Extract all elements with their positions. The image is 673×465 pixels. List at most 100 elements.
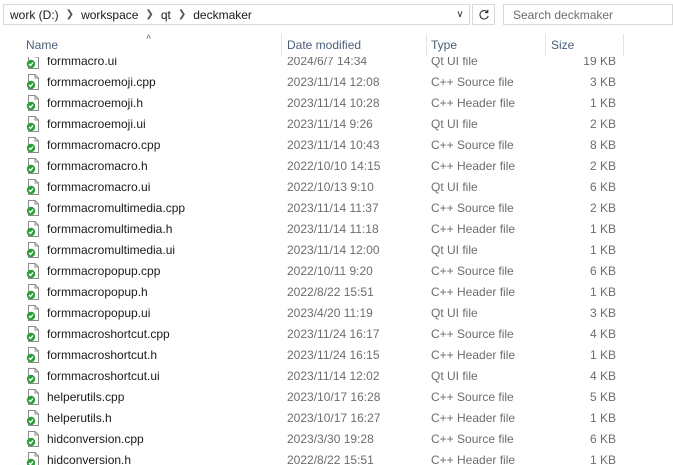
file-row[interactable]: formmacromultimedia.h 2023/11/14 11:18 C++… bbox=[0, 218, 673, 239]
file-type: C++ Source file bbox=[431, 201, 514, 215]
chevron-down-icon[interactable]: ∨ bbox=[450, 4, 470, 25]
file-name: formmacropopup.cpp bbox=[47, 264, 161, 278]
file-date-modified: 2022/10/10 14:15 bbox=[287, 159, 381, 173]
chevron-right-icon[interactable]: ❯ bbox=[145, 9, 153, 20]
file-size: 6 KB bbox=[589, 264, 616, 278]
file-type: C++ Header file bbox=[431, 96, 516, 110]
breadcrumb-item-deckmaker[interactable]: deckmaker bbox=[187, 5, 252, 24]
file-size: 3 KB bbox=[589, 75, 616, 89]
file-type: C++ Source file bbox=[431, 327, 514, 341]
file-type: C++ Source file bbox=[431, 138, 514, 152]
file-name: formmacroemoji.h bbox=[47, 96, 144, 110]
file-size: 1 KB bbox=[589, 453, 616, 465]
file-date-modified: 2023/11/14 11:18 bbox=[287, 222, 379, 236]
file-date-modified: 2023/11/14 12:02 bbox=[287, 369, 380, 383]
file-type: Qt UI file bbox=[431, 117, 478, 131]
column-header-name[interactable]: Name bbox=[26, 38, 58, 52]
column-divider[interactable] bbox=[426, 34, 427, 56]
file-name: formmacroshortcut.ui bbox=[47, 369, 160, 383]
file-date-modified: 2024/6/7 14:34 bbox=[287, 57, 368, 68]
breadcrumb-item-workspace[interactable]: workspace ❯ bbox=[75, 5, 155, 24]
file-type: C++ Source file bbox=[431, 432, 514, 446]
file-row[interactable]: formmacroshortcut.cpp 2023/11/24 16:17 C++… bbox=[0, 323, 673, 344]
file-size: 6 KB bbox=[589, 432, 616, 446]
file-row[interactable]: formmacroemoji.h 2023/11/14 10:28 C++ Head… bbox=[0, 92, 673, 113]
file-row[interactable]: formmacropopup.ui 2023/4/20 11:19 Qt UI fi… bbox=[0, 302, 673, 323]
header-file-icon bbox=[26, 452, 39, 465]
file-type: C++ Source file bbox=[431, 390, 514, 404]
file-type: C++ Header file bbox=[431, 348, 516, 362]
file-row[interactable]: hidconversion.cpp 2023/3/30 19:28 C++ Sour… bbox=[0, 428, 673, 449]
file-type: Qt UI file bbox=[431, 180, 478, 194]
file-type: Qt UI file bbox=[431, 369, 478, 383]
file-size: 1 KB bbox=[589, 222, 616, 236]
ui-file-icon bbox=[26, 242, 39, 258]
breadcrumb-item-drive[interactable]: work (D:) ❯ bbox=[4, 5, 75, 24]
file-row[interactable]: formmacromacro.ui 2022/10/13 9:10 Qt UI fi… bbox=[0, 176, 673, 197]
column-divider[interactable] bbox=[545, 34, 546, 56]
column-header-type[interactable]: Type bbox=[431, 38, 457, 52]
file-size: 1 KB bbox=[589, 243, 616, 257]
file-name: formmacromultimedia.ui bbox=[47, 243, 176, 257]
column-header-date-modified[interactable]: Date modified bbox=[287, 38, 361, 52]
file-size: 1 KB bbox=[589, 96, 616, 110]
breadcrumb-label: workspace bbox=[81, 7, 139, 22]
file-row[interactable]: formmacromacro.cpp 2023/11/14 10:43 C++ So… bbox=[0, 134, 673, 155]
file-type: C++ Header file bbox=[431, 222, 516, 236]
file-date-modified: 2023/4/20 11:19 bbox=[287, 306, 373, 320]
cpp-file-icon bbox=[26, 263, 39, 279]
ui-file-icon bbox=[26, 179, 39, 195]
file-date-modified: 2023/11/24 16:17 bbox=[287, 327, 380, 341]
breadcrumb-label: deckmaker bbox=[193, 7, 252, 22]
search-input[interactable]: Search deckmaker bbox=[503, 4, 673, 25]
file-row[interactable]: hidconversion.h 2022/8/22 15:51 C++ Header… bbox=[0, 449, 673, 465]
refresh-icon bbox=[479, 9, 489, 19]
file-name: formmacromacro.cpp bbox=[47, 138, 161, 152]
file-row[interactable]: helperutils.h 2023/10/17 16:27 C++ Header … bbox=[0, 407, 673, 428]
file-row[interactable]: formmacromultimedia.ui 2023/11/14 12:00 Qt… bbox=[0, 239, 673, 260]
cpp-file-icon bbox=[26, 389, 39, 405]
file-name: hidconversion.cpp bbox=[47, 432, 144, 446]
file-date-modified: 2023/11/14 12:08 bbox=[287, 75, 380, 89]
column-divider[interactable] bbox=[623, 34, 624, 56]
file-row[interactable]: formmacroemoji.cpp 2023/11/14 12:08 C++ So… bbox=[0, 71, 673, 92]
file-row[interactable]: formmacroshortcut.ui 2023/11/14 12:02 Qt U… bbox=[0, 365, 673, 386]
file-size: 5 KB bbox=[589, 390, 616, 404]
file-type: C++ Header file bbox=[431, 159, 516, 173]
file-row[interactable]: helperutils.cpp 2023/10/17 16:28 C++ Sourc… bbox=[0, 386, 673, 407]
file-size: 3 KB bbox=[589, 306, 616, 320]
cpp-file-icon bbox=[26, 200, 39, 216]
cpp-file-icon bbox=[26, 431, 39, 447]
file-row[interactable]: formmacropopup.cpp 2022/10/11 9:20 C++ Sou… bbox=[0, 260, 673, 281]
ui-file-icon bbox=[26, 305, 39, 321]
cpp-file-icon bbox=[26, 74, 39, 90]
chevron-right-icon[interactable]: ❯ bbox=[66, 9, 74, 20]
file-size: 2 KB bbox=[589, 201, 616, 215]
file-date-modified: 2022/8/22 15:51 bbox=[287, 453, 374, 465]
file-type: C++ Header file bbox=[431, 453, 516, 465]
file-size: 1 KB bbox=[589, 411, 616, 425]
chevron-right-icon[interactable]: ❯ bbox=[178, 9, 186, 20]
file-row[interactable]: formmacromacro.h 2022/10/10 14:15 C++ Head… bbox=[0, 155, 673, 176]
file-row[interactable]: formmacropopup.h 2022/8/22 15:51 C++ Heade… bbox=[0, 281, 673, 302]
file-list: formmacro.ui 2024/6/7 14:34 Qt UI file 19 K… bbox=[0, 57, 673, 465]
file-date-modified: 2022/10/11 9:20 bbox=[287, 264, 373, 278]
file-date-modified: 2022/10/13 9:10 bbox=[287, 180, 374, 194]
file-date-modified: 2023/11/14 10:43 bbox=[287, 138, 380, 152]
column-header-size[interactable]: Size bbox=[551, 38, 574, 52]
header-file-icon bbox=[26, 410, 39, 426]
file-row[interactable]: formmacroemoji.ui 2023/11/14 9:26 Qt UI fi… bbox=[0, 113, 673, 134]
column-divider[interactable] bbox=[281, 34, 282, 56]
file-type: Qt UI file bbox=[431, 243, 478, 257]
address-bar[interactable]: work (D:) ❯ workspace ❯ qt ❯ deckmaker bbox=[3, 4, 470, 25]
search-placeholder: Search deckmaker bbox=[513, 8, 614, 22]
file-date-modified: 2023/11/24 16:15 bbox=[287, 348, 380, 362]
cpp-file-icon bbox=[26, 137, 39, 153]
file-row[interactable]: formmacro.ui 2024/6/7 14:34 Qt UI file 19 K… bbox=[0, 57, 673, 71]
file-name: formmacromultimedia.cpp bbox=[47, 201, 186, 215]
file-type: C++ Header file bbox=[431, 285, 516, 299]
file-row[interactable]: formmacroshortcut.h 2023/11/24 16:15 C++ H… bbox=[0, 344, 673, 365]
file-row[interactable]: formmacromultimedia.cpp 2023/11/14 11:37 C… bbox=[0, 197, 673, 218]
breadcrumb-item-qt[interactable]: qt ❯ bbox=[155, 5, 187, 24]
refresh-button[interactable] bbox=[472, 4, 495, 25]
